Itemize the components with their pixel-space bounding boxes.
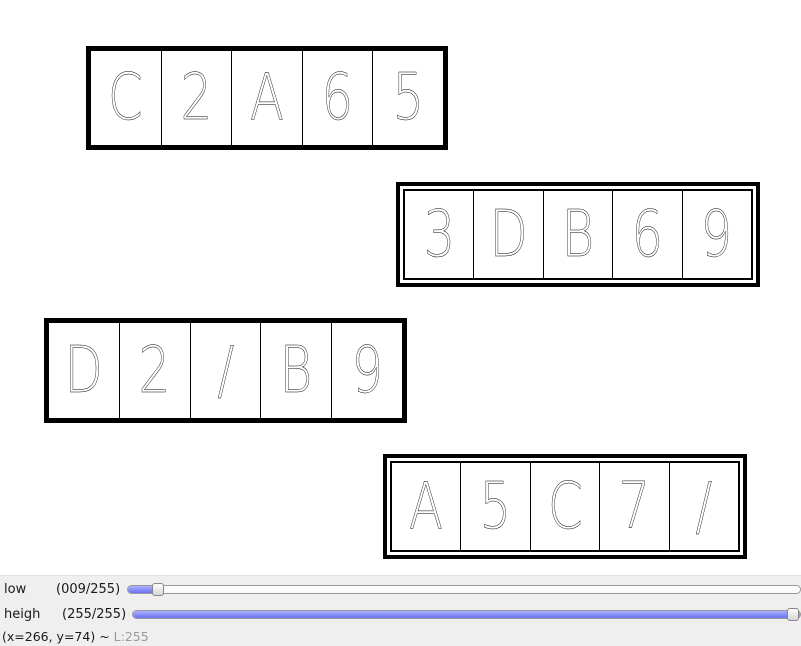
char-cell: C (531, 463, 601, 550)
char-cell: B (261, 323, 333, 418)
char-cell: 6 (303, 51, 374, 145)
char-cell: A (232, 51, 303, 145)
char-cell: 5 (461, 463, 531, 550)
trackbar-heigh-label: heigh (4, 607, 41, 622)
char-cell: 9 (351, 333, 383, 408)
trackbar-heigh-slider[interactable] (132, 608, 801, 621)
char-box-4: A 5 C 7 / (383, 454, 747, 559)
char-cell: 6 (613, 191, 683, 278)
trackbar-heigh-row: heigh (255/255) (0, 604, 801, 626)
trackbar-low-slider[interactable] (127, 583, 801, 596)
char-cell: 2 (162, 51, 233, 145)
image-canvas[interactable]: C 2 A 6 5 3 D B 6 9 D 2 / B 9 A 5 C 7 / (0, 0, 801, 575)
cursor-coords: (x=266, y=74) (2, 629, 96, 644)
char-box-2: 3 D B 6 9 (396, 182, 760, 287)
char-cell: 5 (392, 61, 425, 135)
trackbar-low-handle[interactable] (152, 583, 164, 596)
trackbar-low-row: low (009/255) (0, 579, 801, 601)
status-bar: (x=266, y=74) ~ L:255 (2, 629, 149, 644)
pixel-level: L:255 (113, 629, 149, 644)
char-cell: / (191, 323, 262, 418)
trackbar-heigh-fill (133, 611, 800, 618)
trackbar-heigh-handle[interactable] (787, 608, 799, 621)
char-cell: 9 (700, 197, 733, 272)
char-cell: 7 (600, 463, 670, 550)
char-cell: 2 (120, 323, 191, 418)
trackbar-heigh-value: (255/255) (62, 607, 127, 622)
char-cell: 3 (405, 191, 475, 278)
char-box-3: D 2 / B 9 (44, 318, 407, 423)
char-cell: B (544, 191, 614, 278)
status-separator: ~ (99, 629, 110, 644)
char-cell: C (91, 51, 162, 145)
char-cell: / (695, 469, 713, 544)
trackbar-low-label: low (4, 582, 27, 597)
char-cell: D (49, 323, 120, 418)
trackbar-low-value: (009/255) (56, 582, 121, 597)
trackbar-panel: low (009/255) heigh (255/255) (x=266, y=… (0, 575, 801, 646)
char-box-1: C 2 A 6 5 (86, 46, 448, 150)
char-cell: D (474, 191, 544, 278)
char-cell: A (392, 463, 462, 550)
